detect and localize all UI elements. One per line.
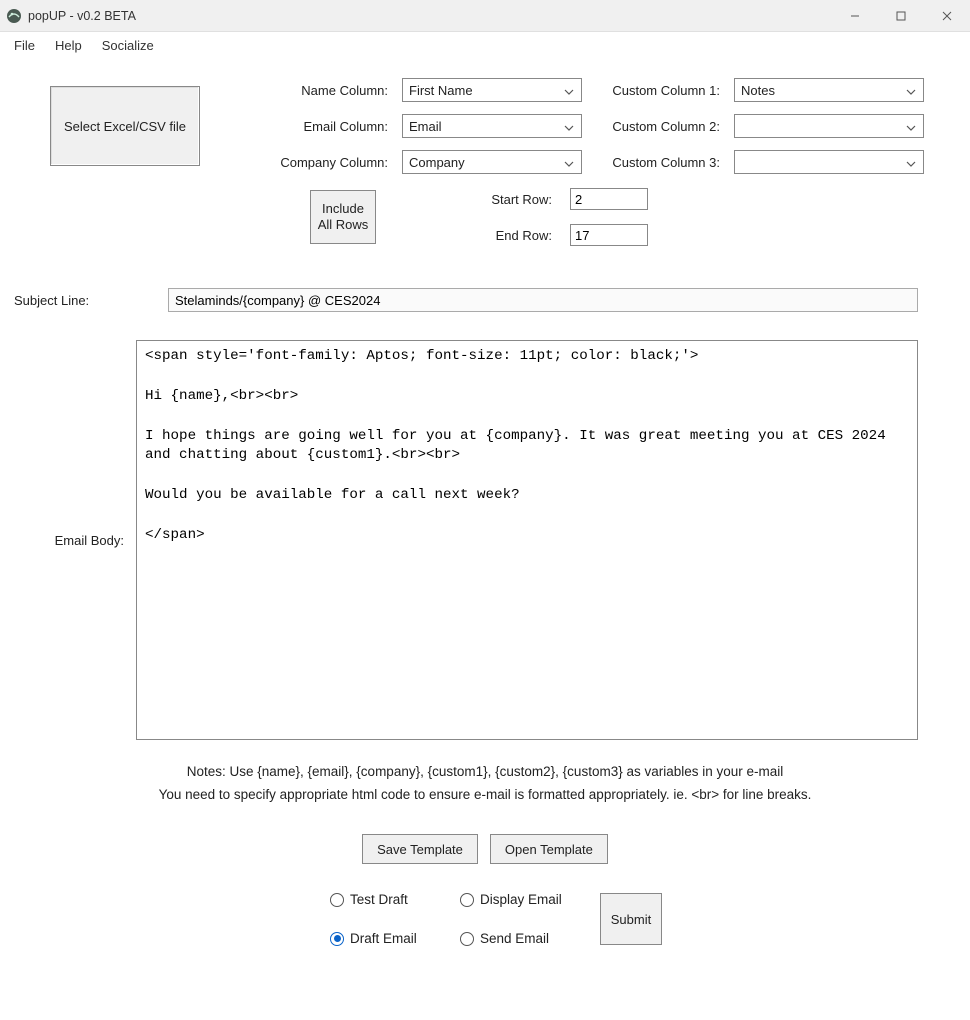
submit-button[interactable]: Submit — [600, 893, 662, 945]
select-file-button[interactable]: Select Excel/CSV file — [50, 86, 200, 166]
action-row: Test Draft Display Email Submit Draft Em… — [10, 892, 960, 946]
notes-line-2: You need to specify appropriate html cod… — [10, 787, 960, 802]
template-buttons: Save Template Open Template — [10, 834, 960, 864]
chevron-down-icon — [903, 83, 919, 98]
radio-display-email[interactable]: Display Email — [460, 892, 600, 907]
company-column-value: Company — [409, 155, 561, 170]
body-row: Email Body: — [10, 340, 960, 740]
custom3-combo[interactable] — [734, 150, 924, 174]
include-all-rows-button[interactable]: Include All Rows — [310, 190, 376, 244]
start-row-label: Start Row: — [370, 192, 570, 207]
open-template-button[interactable]: Open Template — [490, 834, 608, 864]
name-column-value: First Name — [409, 83, 561, 98]
row-range-block: Include All Rows Start Row: End Row: — [10, 188, 960, 246]
subject-input[interactable] — [168, 288, 918, 312]
chevron-down-icon — [561, 119, 577, 134]
body-textarea[interactable] — [136, 340, 918, 740]
app-icon — [6, 8, 22, 24]
window-title: popUP - v0.2 BETA — [28, 9, 136, 23]
email-column-label: Email Column: — [246, 119, 396, 134]
custom1-combo[interactable]: Notes — [734, 78, 924, 102]
radio-draft-email[interactable]: Draft Email — [330, 931, 460, 946]
custom3-label: Custom Column 3: — [588, 155, 728, 170]
company-column-label: Company Column: — [246, 155, 396, 170]
column-config-grid: Select Excel/CSV file Name Column: First… — [10, 78, 960, 174]
radio-send-email[interactable]: Send Email — [460, 931, 600, 946]
end-row-input[interactable] — [570, 224, 648, 246]
save-template-button[interactable]: Save Template — [362, 834, 478, 864]
custom2-label: Custom Column 2: — [588, 119, 728, 134]
chevron-down-icon — [903, 155, 919, 170]
custom1-value: Notes — [741, 83, 903, 98]
email-column-combo[interactable]: Email — [402, 114, 582, 138]
name-column-combo[interactable]: First Name — [402, 78, 582, 102]
chevron-down-icon — [561, 83, 577, 98]
titlebar: popUP - v0.2 BETA — [0, 0, 970, 32]
notes-block: Notes: Use {name}, {email}, {company}, {… — [10, 764, 960, 802]
radio-test-draft[interactable]: Test Draft — [330, 892, 460, 907]
menu-socialize[interactable]: Socialize — [92, 36, 164, 55]
start-row-input[interactable] — [570, 188, 648, 210]
minimize-button[interactable] — [832, 0, 878, 31]
name-column-label: Name Column: — [246, 83, 396, 98]
body-label: Email Body: — [10, 533, 130, 548]
chevron-down-icon — [561, 155, 577, 170]
radio-send-email-label: Send Email — [480, 931, 549, 946]
close-button[interactable] — [924, 0, 970, 31]
subject-row: Subject Line: — [10, 288, 960, 312]
chevron-down-icon — [903, 119, 919, 134]
custom2-combo[interactable] — [734, 114, 924, 138]
window-controls — [832, 0, 970, 31]
radio-test-draft-label: Test Draft — [350, 892, 408, 907]
menu-help[interactable]: Help — [45, 36, 92, 55]
menu-file[interactable]: File — [4, 36, 45, 55]
menubar: File Help Socialize — [0, 32, 970, 58]
custom1-label: Custom Column 1: — [588, 83, 728, 98]
email-column-value: Email — [409, 119, 561, 134]
radio-display-email-label: Display Email — [480, 892, 562, 907]
maximize-button[interactable] — [878, 0, 924, 31]
end-row-label: End Row: — [370, 228, 570, 243]
notes-line-1: Notes: Use {name}, {email}, {company}, {… — [10, 764, 960, 779]
subject-label: Subject Line: — [10, 293, 160, 308]
radio-draft-email-label: Draft Email — [350, 931, 417, 946]
main-content: Select Excel/CSV file Name Column: First… — [0, 58, 970, 956]
company-column-combo[interactable]: Company — [402, 150, 582, 174]
